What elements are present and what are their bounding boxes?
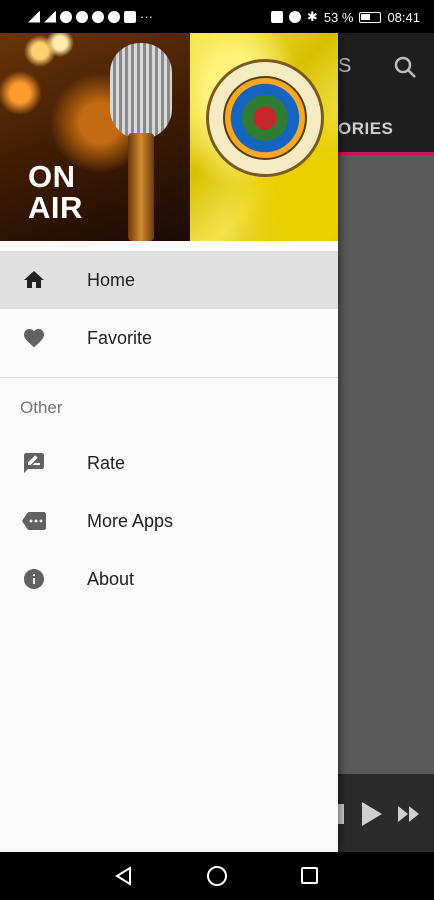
recent-apps-icon[interactable] bbox=[301, 867, 318, 884]
fast-forward-icon[interactable] bbox=[398, 804, 420, 824]
menu-item-label: Home bbox=[87, 269, 136, 290]
seal-emblem bbox=[223, 76, 307, 160]
battery-percent: 53 % bbox=[323, 9, 354, 25]
honolulu-seal-icon bbox=[206, 59, 324, 177]
microphone-icon bbox=[110, 43, 172, 139]
app-title: S bbox=[338, 55, 352, 77]
section-title-other: Other bbox=[20, 398, 63, 417]
search-icon[interactable] bbox=[393, 55, 417, 79]
back-icon[interactable] bbox=[114, 866, 134, 886]
on-air-line1: ON bbox=[28, 159, 76, 194]
more-apps-icon bbox=[22, 512, 46, 530]
menu-item-rate[interactable]: Rate bbox=[0, 434, 338, 492]
menu-item-label: Rate bbox=[87, 452, 126, 473]
home-icon bbox=[24, 271, 44, 288]
menu-item-label: About bbox=[87, 568, 135, 589]
bluetooth-icon: ✱ bbox=[306, 9, 318, 24]
home-button-icon[interactable] bbox=[207, 866, 227, 886]
status-system-icons: ✱ 53 % 08:41 bbox=[270, 9, 420, 25]
nfc-icon bbox=[270, 11, 283, 23]
status-bar: ··· ✱ 53 % 08:41 bbox=[0, 0, 434, 33]
menu-item-label: More Apps bbox=[87, 510, 174, 531]
mail-icon bbox=[124, 10, 136, 23]
heart-icon bbox=[24, 329, 44, 348]
on-air-image: ON AIR bbox=[0, 33, 190, 241]
menu-item-more-apps[interactable]: More Apps bbox=[0, 492, 338, 550]
menu-item-home[interactable]: Home bbox=[0, 251, 338, 309]
clock: 08:41 bbox=[387, 9, 420, 25]
on-air-line2: AIR bbox=[28, 190, 83, 225]
eye-comfort-icon bbox=[288, 11, 301, 23]
status-notification-icons: ··· bbox=[28, 9, 153, 24]
wifi-icon bbox=[44, 10, 56, 23]
microphone-stand bbox=[128, 133, 154, 241]
info-icon bbox=[24, 569, 44, 589]
app-notification-icon bbox=[76, 10, 88, 23]
flag-image bbox=[190, 33, 338, 241]
menu-item-label: Favorite bbox=[87, 327, 153, 348]
app-notification-icon bbox=[60, 10, 72, 23]
previous-icon[interactable] bbox=[338, 804, 344, 824]
tab-stories[interactable]: ORIES bbox=[338, 119, 393, 139]
play-icon[interactable] bbox=[362, 802, 382, 826]
cloud-icon bbox=[108, 10, 120, 23]
signal-icon bbox=[28, 10, 40, 23]
menu-item-favorite[interactable]: Favorite bbox=[0, 309, 338, 367]
navigation-drawer: ON AIR Home Favorite Other Rate More App… bbox=[0, 33, 338, 852]
facebook-icon bbox=[92, 10, 104, 23]
system-navigation-bar bbox=[0, 852, 434, 900]
rate-review-icon bbox=[24, 453, 44, 473]
on-air-text: ON AIR bbox=[28, 161, 83, 223]
menu-item-about[interactable]: About bbox=[0, 550, 338, 608]
battery-icon bbox=[359, 11, 382, 23]
more-notifications-icon: ··· bbox=[140, 9, 153, 24]
drawer-header: ON AIR bbox=[0, 33, 338, 241]
drawer-menu: Home Favorite Other Rate More Apps About bbox=[0, 241, 338, 608]
